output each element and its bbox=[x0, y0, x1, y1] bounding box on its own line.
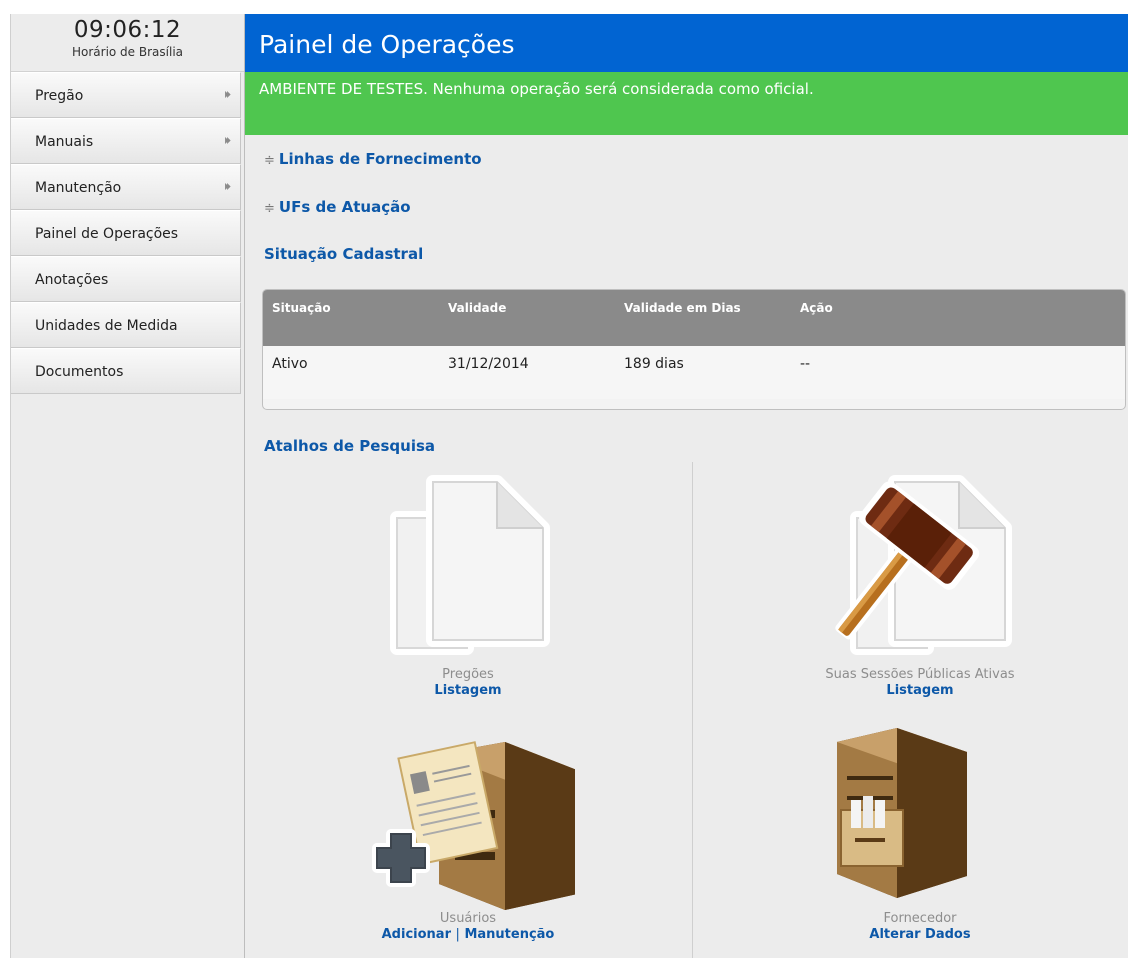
clock-time: 09:06:12 bbox=[73, 17, 182, 43]
clock-timezone: Horário de Brasília bbox=[71, 45, 184, 59]
shortcut-title: Fornecedor bbox=[883, 911, 957, 926]
menu-item-unidades-de-medida[interactable]: Unidades de Medida bbox=[11, 302, 241, 348]
menu-item-label: Manuais bbox=[35, 134, 94, 150]
menu-item-documentos[interactable]: Documentos bbox=[11, 348, 241, 394]
menu-item-label: Painel de Operações bbox=[35, 226, 179, 242]
menu-item-manutencao[interactable]: Manutenção ⏵⏵ bbox=[11, 164, 241, 210]
menu-item-label: Documentos bbox=[35, 364, 124, 380]
shortcut-pregoes: Pregões Listagem bbox=[318, 667, 618, 698]
menu-item-painel-de-operacoes[interactable]: Painel de Operações bbox=[11, 210, 241, 256]
cell-situacao: Ativo bbox=[272, 356, 308, 372]
table-row: Ativo 31/12/2014 189 dias -- bbox=[263, 346, 1125, 399]
column-header-validade-em-dias: Validade em Dias bbox=[624, 301, 741, 315]
double-chevron-right-icon: ⏵⏵ bbox=[224, 182, 231, 193]
gavel-documents-icon[interactable] bbox=[817, 474, 1017, 664]
fornecedor-alterar-dados-link[interactable]: Alterar Dados bbox=[869, 927, 970, 942]
shortcuts-divider bbox=[692, 462, 693, 958]
menu-item-pregao[interactable]: Pregão ⏵⏵ bbox=[11, 72, 241, 118]
sidebar: 09:06:12 Horário de Brasília Pregão ⏵⏵ M… bbox=[10, 14, 245, 958]
cabinet-icon[interactable] bbox=[827, 716, 977, 906]
shortcut-fornecedor: Fornecedor Alterar Dados bbox=[770, 911, 1070, 942]
menu-item-label: Anotações bbox=[35, 272, 109, 288]
sort-updown-icon: ≑ bbox=[264, 201, 275, 216]
double-chevron-right-icon: ⏵⏵ bbox=[224, 90, 231, 101]
shortcut-usuarios: Usuários Adicionar | Manutenção bbox=[318, 911, 618, 942]
section-title-situacao-cadastral: Situação Cadastral bbox=[264, 245, 424, 263]
toggle-ufs-de-atuacao[interactable]: ≑ UFs de Atuação bbox=[264, 198, 411, 216]
column-header-acao: Ação bbox=[800, 301, 833, 315]
sort-updown-icon: ≑ bbox=[264, 153, 275, 168]
sessoes-listagem-link[interactable]: Listagem bbox=[886, 683, 953, 698]
documents-icon[interactable] bbox=[383, 474, 553, 664]
column-header-validade: Validade bbox=[448, 301, 507, 315]
pregoes-listagem-link[interactable]: Listagem bbox=[434, 683, 501, 698]
shortcut-title: Usuários bbox=[439, 911, 497, 926]
clock: 09:06:12 Horário de Brasília bbox=[11, 14, 244, 72]
cell-validade-em-dias: 189 dias bbox=[624, 356, 684, 372]
cell-acao: -- bbox=[800, 356, 811, 372]
usuarios-adicionar-link[interactable]: Adicionar bbox=[382, 927, 451, 942]
cabinet-add-icon[interactable] bbox=[355, 714, 575, 914]
shortcut-sessoes-publicas: Suas Sessões Públicas Ativas Listagem bbox=[770, 667, 1070, 698]
main-panel: Painel de Operações AMBIENTE DE TESTES. … bbox=[245, 14, 1128, 958]
test-environment-banner: AMBIENTE DE TESTES. Nenhuma operação ser… bbox=[245, 72, 1128, 135]
toggle-linhas-de-fornecimento[interactable]: ≑ Linhas de Fornecimento bbox=[264, 150, 482, 168]
page-title: Painel de Operações bbox=[245, 14, 1128, 72]
menu-item-label: Pregão bbox=[35, 88, 84, 104]
link-separator: | bbox=[455, 927, 460, 942]
status-table: Situação Validade Validade em Dias Ação … bbox=[262, 289, 1126, 410]
section-label: Linhas de Fornecimento bbox=[278, 150, 482, 168]
shortcut-title: Suas Sessões Públicas Ativas bbox=[825, 667, 1015, 682]
usuarios-manutencao-link[interactable]: Manutenção bbox=[464, 927, 554, 942]
menu-item-manuais[interactable]: Manuais ⏵⏵ bbox=[11, 118, 241, 164]
section-label: UFs de Atuação bbox=[278, 198, 411, 216]
cell-validade: 31/12/2014 bbox=[448, 356, 529, 372]
menu-item-label: Unidades de Medida bbox=[35, 318, 178, 334]
shortcut-title: Pregões bbox=[442, 667, 494, 682]
menu-item-label: Manutenção bbox=[35, 180, 122, 196]
column-header-situacao: Situação bbox=[272, 301, 331, 315]
menu-item-anotacoes[interactable]: Anotações bbox=[11, 256, 241, 302]
double-chevron-right-icon: ⏵⏵ bbox=[224, 136, 231, 147]
section-title-atalhos-de-pesquisa: Atalhos de Pesquisa bbox=[264, 437, 436, 455]
table-header: Situação Validade Validade em Dias Ação bbox=[263, 290, 1125, 346]
